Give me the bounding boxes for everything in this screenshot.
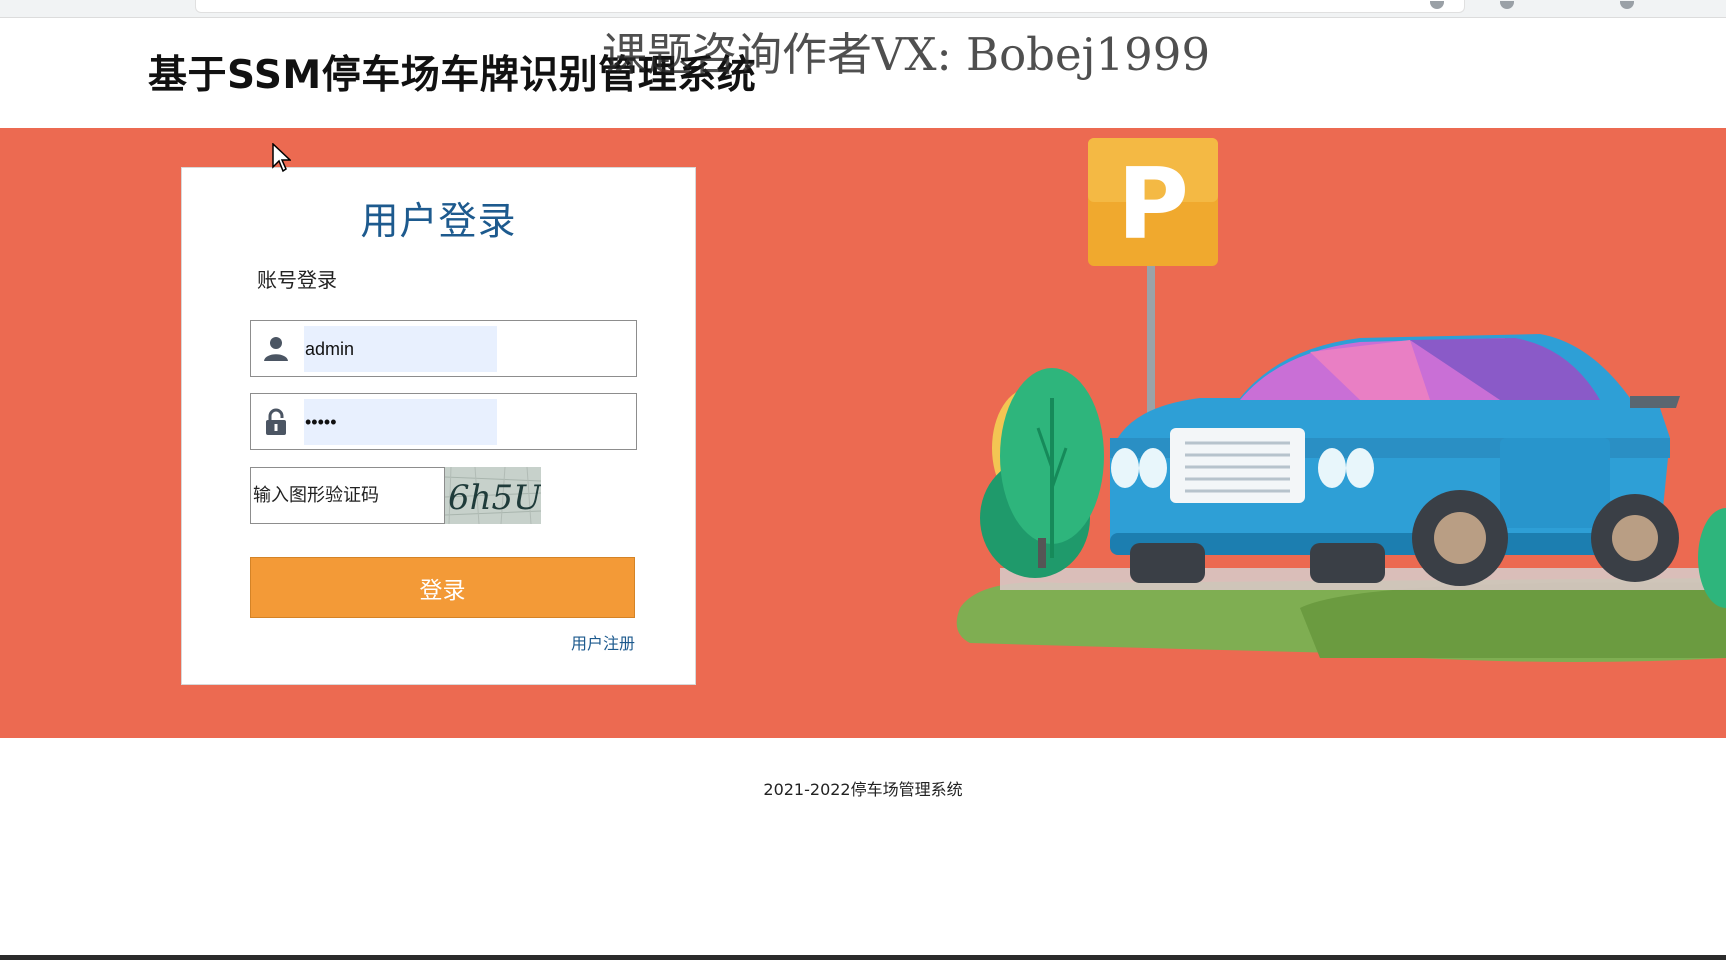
login-banner: 用户登录 账号登录 6h5U 登录 [0, 128, 1726, 738]
profile-icon[interactable] [1500, 1, 1514, 9]
mouse-cursor-icon [272, 143, 291, 173]
captcha-picture: 6h5U [445, 467, 541, 524]
captcha-text: 6h5U [448, 478, 541, 518]
username-input[interactable] [304, 326, 497, 372]
username-field[interactable] [250, 320, 637, 377]
login-card: 用户登录 账号登录 6h5U 登录 [181, 167, 696, 685]
parking-illustration: P [956, 138, 1726, 662]
taskbar-edge [0, 955, 1726, 960]
user-icon [264, 337, 288, 361]
address-bar[interactable] [195, 0, 1465, 13]
page-footer: 2021-2022停车场管理系统 [0, 738, 1726, 960]
lock-icon [266, 408, 286, 435]
watermark-text: 课题咨询作者VX: Bobej1999 [602, 28, 1211, 81]
register-link[interactable]: 用户注册 [571, 630, 635, 654]
login-button[interactable]: 登录 [250, 557, 635, 618]
captcha-image[interactable]: 6h5U [445, 467, 541, 524]
browser-toolbar [0, 0, 1726, 18]
login-title: 用户登录 [360, 199, 517, 243]
password-field[interactable] [250, 393, 637, 450]
parking-sign-letter: P [1117, 148, 1189, 262]
avatar-icon[interactable] [1620, 1, 1634, 9]
captcha-input[interactable] [250, 467, 445, 524]
footer-copyright: 2021-2022停车场管理系统 [763, 780, 963, 799]
password-input[interactable] [304, 399, 497, 445]
page-header: 基于SSM停车场车牌识别管理系统 课题咨询作者VX: Bobej1999 [0, 18, 1726, 128]
login-method-label: 账号登录 [257, 268, 337, 292]
